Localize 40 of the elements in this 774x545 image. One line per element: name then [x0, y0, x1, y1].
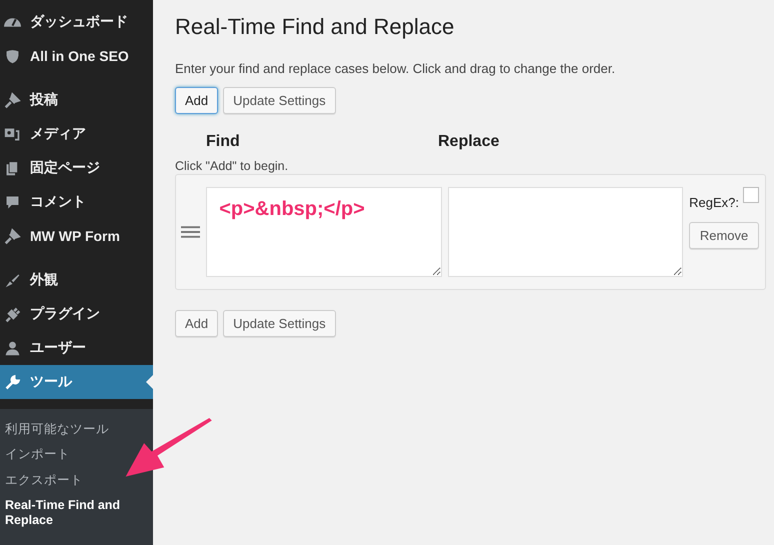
drag-handle-icon[interactable]	[181, 226, 200, 238]
menu-item[interactable]: ツール	[0, 365, 153, 399]
menu-item[interactable]: 投稿	[0, 83, 153, 117]
regex-label: RegEx?:	[689, 194, 739, 210]
column-heading: Replace	[438, 133, 500, 151]
find-field[interactable]: <p>&nbsp;</p>	[206, 187, 442, 277]
menu-item[interactable]: ダッシュボード	[0, 5, 153, 39]
menu-item[interactable]: ユーザー	[0, 331, 153, 365]
menu-item[interactable]: MW WP Form	[0, 219, 153, 253]
menu-item[interactable]: All in One SEO	[0, 39, 153, 73]
submenu-item[interactable]: インポート	[0, 442, 75, 468]
plug-icon	[4, 306, 21, 322]
replace-field[interactable]	[448, 187, 684, 277]
update-settings-button[interactable]: Update Settings	[223, 310, 336, 337]
pin-icon	[4, 92, 21, 108]
remove-button[interactable]: Remove	[689, 222, 759, 249]
menu-item[interactable]: コメント	[0, 185, 153, 219]
shield-icon	[4, 48, 21, 64]
brush-icon	[4, 272, 21, 288]
add-button[interactable]: Add	[175, 310, 218, 337]
pin-icon	[4, 228, 21, 244]
media-icon	[4, 126, 21, 142]
comment-icon	[4, 194, 21, 210]
description: Enter your find and replace cases below. Click and drag to change the order.	[175, 61, 616, 76]
regex-checkbox[interactable]	[743, 187, 759, 203]
submenu-item[interactable]: 利用可能なツール	[0, 417, 114, 442]
submenu-item[interactable]: Real-Time Find and Replace	[0, 493, 153, 533]
hint-text: Click "Add" to begin.	[175, 159, 290, 173]
column-heading: Find	[206, 133, 241, 151]
add-button[interactable]: Add	[175, 87, 218, 114]
menu-item[interactable]: メディア	[0, 117, 153, 151]
page-title: Real-Time Find and Replace	[175, 14, 456, 40]
update-settings-button[interactable]: Update Settings	[223, 87, 336, 114]
menu-item[interactable]: プラグイン	[0, 297, 153, 331]
menu-item[interactable]: 外観	[0, 263, 153, 297]
user-icon	[4, 340, 21, 356]
submenu-item[interactable]: エクスポート	[0, 468, 88, 494]
gauge-icon	[4, 18, 21, 26]
menu-item[interactable]: 固定ページ	[0, 151, 153, 185]
wrench-icon	[4, 374, 21, 390]
